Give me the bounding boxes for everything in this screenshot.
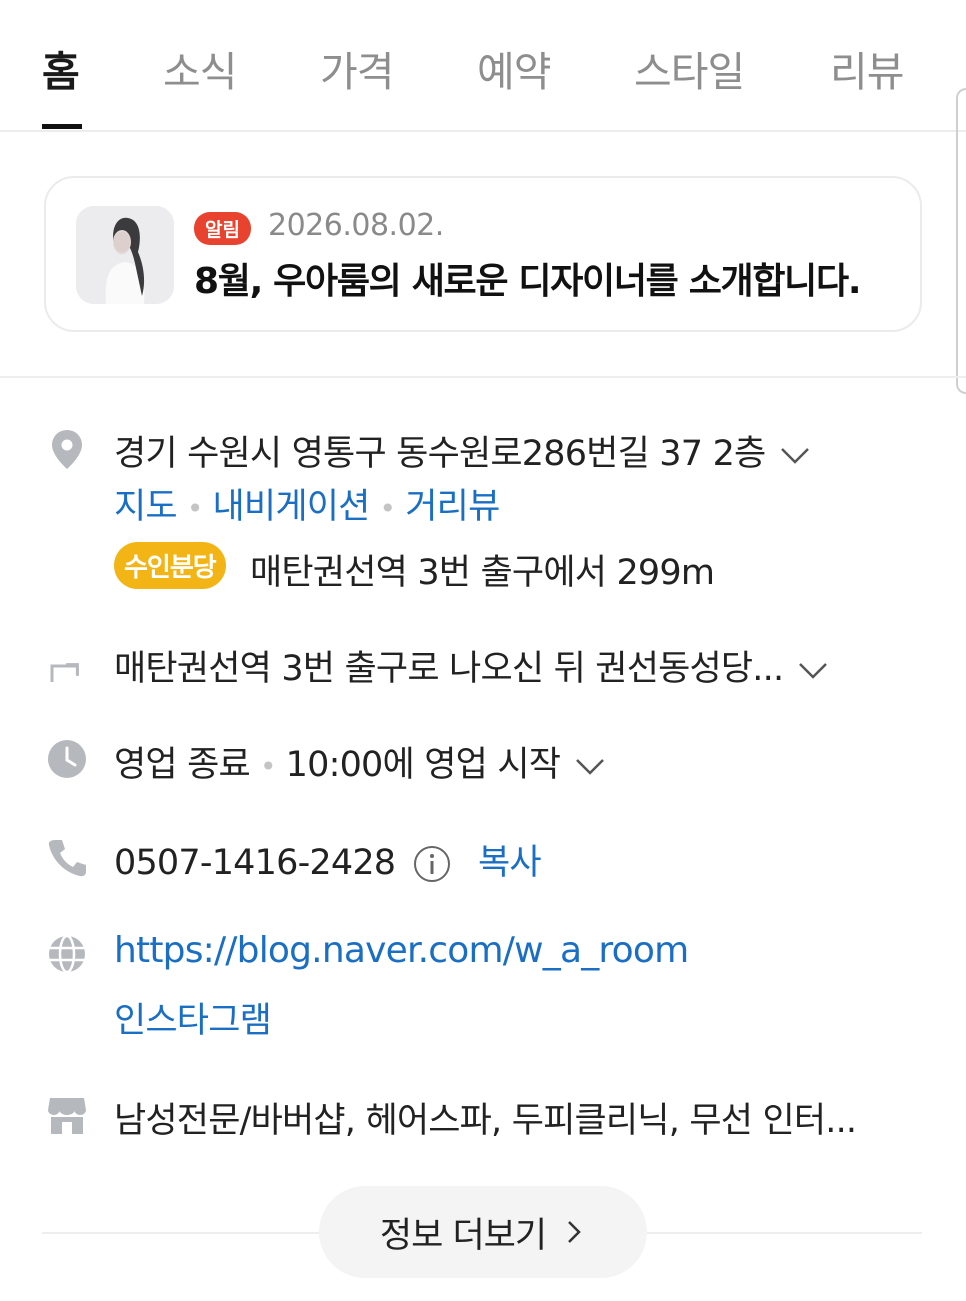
more-info-label: 정보 더보기 [379, 1215, 547, 1256]
notice-title[interactable]: 8월, 우아룸의 새로운 디자이너를 소개합니다. [194, 252, 862, 304]
separator-dot: • [259, 750, 277, 783]
notice-card[interactable]: 알림 2026.08.02. 8월, 우아룸의 새로운 디자이너를 소개합니다. [44, 176, 922, 332]
street-view-link[interactable]: 거리뷰 [405, 487, 500, 527]
map-links: 지도 • 내비게이션 • 거리뷰 [114, 478, 500, 529]
directions-text: 매탄권선역 3번 출구로 나오신 뒤 권선동성당... [114, 649, 784, 689]
tab-home[interactable]: 홈 [42, 38, 80, 98]
separator-dot: • [186, 492, 204, 525]
tab-price[interactable]: 가격 [320, 38, 394, 98]
separator-dot: • [379, 492, 397, 525]
clock-icon [46, 738, 88, 780]
navigation-link[interactable]: 내비게이션 [213, 487, 371, 527]
phone-number[interactable]: 0507-1416-2428 [114, 843, 396, 883]
tab-review[interactable]: 리뷰 [830, 38, 904, 98]
location-pin-icon [46, 428, 88, 470]
active-tab-indicator [42, 124, 82, 129]
instagram-link[interactable]: 인스타그램 [114, 992, 272, 1043]
map-link[interactable]: 지도 [114, 487, 178, 527]
directions-arrow-icon [46, 642, 88, 684]
chevron-down-icon[interactable] [574, 755, 606, 777]
amenities-text[interactable]: 남성전문/바버샵, 헤어스파, 두피클리닉, 무선 인터... [114, 1092, 857, 1143]
tab-news[interactable]: 소식 [163, 38, 237, 98]
hours-status: 영업 종료 [114, 745, 251, 785]
notice-date: 2026.08.02. [268, 208, 444, 243]
section-divider [0, 376, 966, 378]
phone-line: 0507-1416-2428 복사 [114, 834, 542, 885]
tab-style[interactable]: 스타일 [634, 38, 745, 98]
blog-link[interactable]: https://blog.naver.com/w_a_room [114, 930, 689, 971]
subway-distance: 매탄권선역 3번 출구에서 299m [250, 553, 715, 593]
more-info-button[interactable]: 정보 더보기 [319, 1186, 647, 1278]
store-icon [46, 1094, 88, 1136]
chevron-down-icon[interactable] [779, 444, 811, 466]
address-text: 경기 수원시 영통구 동수원로286번길 37 2층 [114, 434, 766, 474]
globe-icon [46, 933, 88, 975]
tab-bar: 홈 소식 가격 예약 스타일 리뷰 [0, 0, 966, 132]
chevron-down-icon[interactable] [797, 659, 829, 681]
hours-next-open: 10:00에 영업 시작 [285, 745, 561, 785]
info-icon[interactable] [412, 844, 452, 884]
scroll-edge [956, 88, 966, 394]
address-line[interactable]: 경기 수원시 영통구 동수원로286번길 37 2층 [114, 425, 811, 476]
chevron-right-icon [568, 1221, 581, 1243]
copy-phone-button[interactable]: 복사 [478, 843, 542, 883]
tab-reservation[interactable]: 예약 [477, 38, 551, 98]
hours-line[interactable]: 영업 종료 • 10:00에 영업 시작 [114, 736, 606, 787]
alarm-badge: 알림 [194, 212, 251, 245]
directions-line[interactable]: 매탄권선역 3번 출구로 나오신 뒤 권선동성당... [114, 640, 829, 691]
phone-icon [46, 836, 88, 878]
subway-line-badge: 수인분당 [114, 542, 226, 589]
designer-avatar [76, 206, 174, 304]
